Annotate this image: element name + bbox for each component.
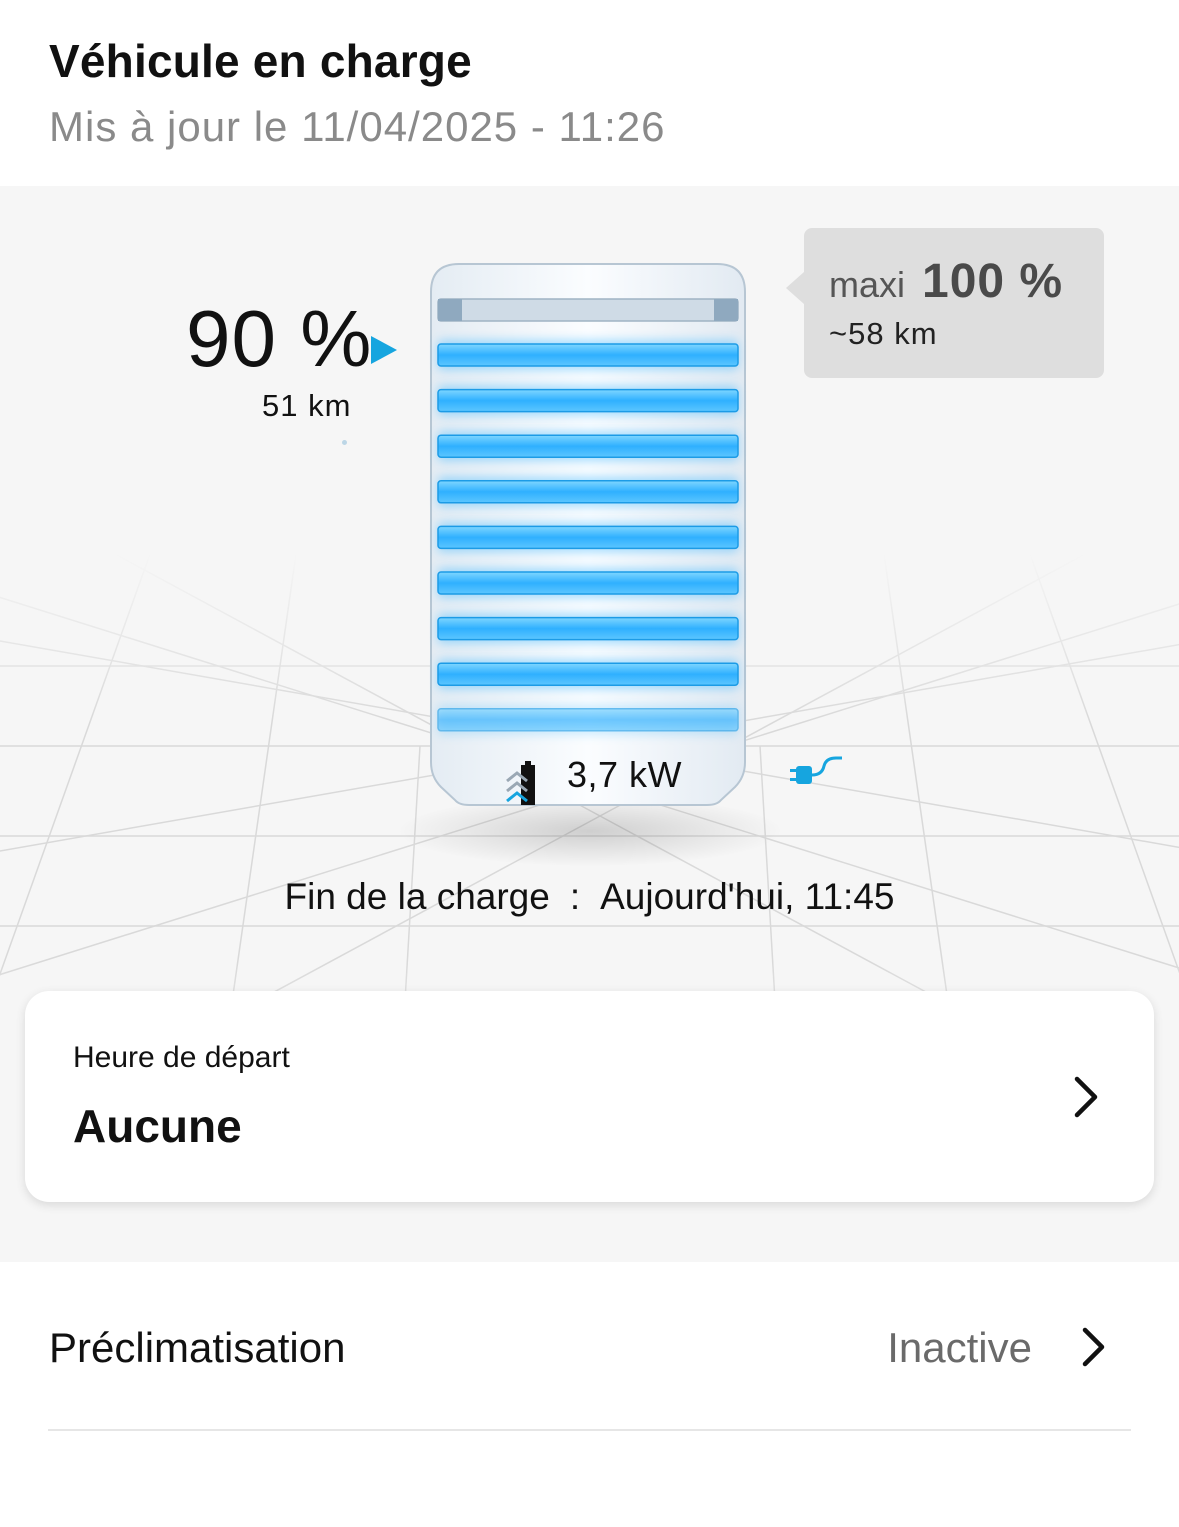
plug-icon <box>790 756 842 784</box>
preclimatisation-row[interactable]: Préclimatisation Inactive <box>0 1262 1179 1430</box>
battery-level-bar <box>437 525 739 550</box>
current-range: 51 km <box>262 388 352 423</box>
max-charge-value: 100 % <box>922 255 1064 308</box>
header: Véhicule en charge Mis à jour le 11/04/2… <box>0 0 1179 186</box>
battery-level-bar <box>437 388 739 413</box>
end-of-charge-separator: : <box>569 876 581 917</box>
battery-level-bar <box>437 616 739 641</box>
battery-level-bar <box>437 662 739 686</box>
battery-level-bar <box>437 343 739 367</box>
row-divider <box>48 1429 1131 1431</box>
chevron-right-icon <box>1082 1327 1105 1367</box>
battery-gauge <box>430 263 746 806</box>
preclimatisation-label: Préclimatisation <box>49 1324 346 1371</box>
departure-time-card[interactable]: Heure de départ Aucune <box>25 991 1154 1202</box>
departure-time-label: Heure de départ <box>73 1041 290 1074</box>
battery-level-bar <box>437 708 739 732</box>
battery-level-bar <box>437 571 739 595</box>
end-of-charge: Fin de la charge: Aujourd'hui, 11:45 <box>0 876 1179 918</box>
max-label: maxi <box>829 264 906 305</box>
max-range: ~58 km <box>829 316 938 351</box>
tooltip-pointer <box>786 272 804 304</box>
last-updated: Mis à jour le 11/04/2025 - 11:26 <box>49 103 666 150</box>
current-level-marker-icon <box>371 336 397 364</box>
charging-visual: 90 % 51 km 3,7 kW maxi 100 % ~58 km Fin … <box>0 186 1179 1262</box>
charging-power: 3,7 kW <box>567 754 683 795</box>
end-of-charge-time: Aujourd'hui, 11:45 <box>600 876 895 917</box>
preclimatisation-status: Inactive <box>887 1324 1032 1371</box>
battery-level-bar <box>437 480 739 504</box>
page-title: Véhicule en charge <box>49 35 472 87</box>
departure-time-value: Aucune <box>73 1100 242 1152</box>
state-of-charge: 90 % <box>186 294 373 383</box>
level-dot <box>342 440 347 445</box>
battery-level-bar <box>437 434 739 458</box>
chevron-right-icon <box>1074 1076 1098 1118</box>
charging-battery-icon <box>506 761 535 805</box>
end-of-charge-label: Fin de la charge <box>284 876 550 917</box>
max-charge-tooltip[interactable]: maxi 100 % ~58 km <box>804 228 1104 378</box>
